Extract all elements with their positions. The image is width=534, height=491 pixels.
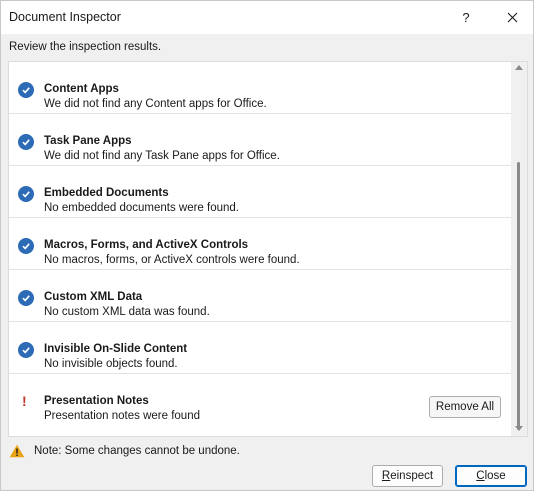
check-circle-icon bbox=[18, 134, 34, 150]
results-list-content: Content Apps We did not find any Content… bbox=[9, 62, 511, 436]
result-item-embedded-documents: Embedded Documents No embedded documents… bbox=[9, 166, 511, 218]
results-list[interactable]: Content Apps We did not find any Content… bbox=[8, 61, 528, 437]
result-description: Presentation notes were found bbox=[44, 410, 200, 422]
title-bar: Document Inspector ? bbox=[1, 1, 533, 34]
result-title: Invisible On-Slide Content bbox=[44, 343, 188, 355]
result-title: Task Pane Apps bbox=[44, 135, 132, 147]
result-title: Embedded Documents bbox=[44, 187, 169, 199]
check-circle-icon bbox=[18, 186, 34, 202]
result-title: Custom XML Data bbox=[44, 291, 143, 303]
result-item-custom-xml: Custom XML Data No custom XML data was f… bbox=[9, 270, 511, 322]
scroll-down-icon[interactable] bbox=[515, 426, 523, 431]
window-title: Document Inspector bbox=[9, 10, 121, 24]
result-item-task-pane-apps: Task Pane Apps We did not find any Task … bbox=[9, 114, 511, 166]
check-circle-icon bbox=[18, 290, 34, 306]
reinspect-label: einspect bbox=[390, 470, 434, 482]
instructions-text: Review the inspection results. bbox=[9, 41, 162, 53]
close-button[interactable]: Close bbox=[455, 465, 527, 487]
result-description: No embedded documents were found. bbox=[44, 202, 239, 214]
check-circle-icon bbox=[18, 238, 34, 254]
reinspect-button[interactable]: Reinspect bbox=[372, 465, 443, 487]
remove-all-button[interactable]: Remove All bbox=[429, 396, 501, 418]
note-row: Note: Some changes cannot be undone. bbox=[9, 444, 240, 458]
document-inspector-dialog: Document Inspector ? Review the inspecti… bbox=[0, 0, 534, 491]
result-description: No macros, forms, or ActiveX controls we… bbox=[44, 254, 300, 266]
help-button[interactable]: ? bbox=[443, 1, 489, 34]
vertical-scrollbar[interactable] bbox=[511, 62, 527, 436]
result-description: No custom XML data was found. bbox=[44, 306, 210, 318]
note-text: Note: Some changes cannot be undone. bbox=[34, 445, 240, 457]
close-label: lose bbox=[484, 470, 506, 482]
warning-icon bbox=[9, 444, 25, 458]
result-description: No invisible objects found. bbox=[44, 358, 178, 370]
result-title: Macros, Forms, and ActiveX Controls bbox=[44, 239, 249, 251]
result-description: We did not find any Content apps for Off… bbox=[44, 98, 267, 110]
check-circle-icon bbox=[18, 342, 34, 358]
result-description: We did not find any Task Pane apps for O… bbox=[44, 150, 280, 162]
check-circle-icon bbox=[18, 82, 34, 98]
close-icon[interactable] bbox=[489, 1, 534, 34]
result-item-macros: Macros, Forms, and ActiveX Controls No m… bbox=[9, 218, 511, 270]
result-title: Content Apps bbox=[44, 83, 119, 95]
scroll-up-icon[interactable] bbox=[515, 65, 523, 70]
result-item-content-apps: Content Apps We did not find any Content… bbox=[9, 62, 511, 114]
result-item-invisible-content: Invisible On-Slide Content No invisible … bbox=[9, 322, 511, 374]
result-title: Presentation Notes bbox=[44, 395, 149, 407]
reinspect-access-key: R bbox=[381, 470, 391, 482]
close-access-key: C bbox=[476, 470, 485, 482]
exclamation-icon: ! bbox=[22, 393, 27, 409]
scroll-thumb[interactable] bbox=[517, 162, 520, 430]
